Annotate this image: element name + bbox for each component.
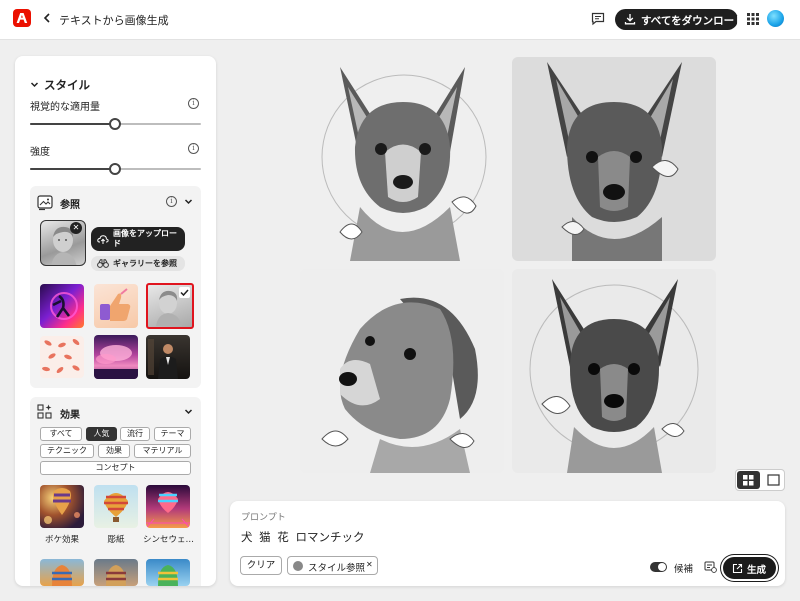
effect-thumbnail-synthwave[interactable] bbox=[146, 485, 190, 528]
effects-icon bbox=[37, 404, 52, 419]
generate-button[interactable]: 生成 bbox=[723, 557, 776, 579]
generated-image-4[interactable] bbox=[512, 269, 716, 473]
effect-chip-popular[interactable]: 人気 bbox=[86, 427, 117, 441]
checkmark-icon bbox=[179, 287, 190, 298]
download-all-button[interactable]: すべてをダウンロード bbox=[615, 9, 745, 30]
feedback-icon[interactable] bbox=[590, 11, 606, 27]
grid-icon bbox=[743, 475, 754, 486]
cloud-upload-icon bbox=[97, 235, 109, 244]
effect-caption-papercut: 彫紙 bbox=[107, 535, 125, 545]
effect-caption-synthwave: シンセウェ… bbox=[143, 535, 195, 545]
reference-title: 参照 bbox=[60, 200, 80, 211]
chevron-down-icon[interactable] bbox=[30, 80, 39, 89]
effect-thumbnail[interactable] bbox=[40, 559, 84, 586]
chevron-down-icon[interactable] bbox=[184, 407, 193, 416]
view-toggle bbox=[735, 469, 785, 491]
prompt-label: プロンプト bbox=[241, 513, 286, 523]
reference-thumbnail-selected[interactable] bbox=[146, 283, 194, 329]
remove-reference-icon[interactable]: ✕ bbox=[70, 222, 82, 234]
effect-thumbnail[interactable] bbox=[146, 559, 190, 586]
reference-thumbnail[interactable] bbox=[40, 336, 84, 378]
generated-image-3[interactable] bbox=[300, 269, 504, 473]
single-view-icon bbox=[767, 474, 780, 486]
adobe-logo[interactable] bbox=[13, 9, 31, 27]
info-icon[interactable]: i bbox=[166, 196, 177, 207]
info-icon[interactable]: i bbox=[188, 98, 199, 109]
generated-image-2[interactable] bbox=[512, 57, 716, 261]
effect-caption-bokeh: ボケ効果 bbox=[44, 535, 79, 545]
style-section-title: スタイル bbox=[44, 78, 90, 92]
reference-thumbnail[interactable] bbox=[94, 284, 138, 328]
browse-gallery-label: ギャラリーを参照 bbox=[113, 259, 177, 268]
user-avatar[interactable] bbox=[767, 10, 784, 27]
reference-thumbnail[interactable] bbox=[94, 335, 138, 379]
effect-chip-technique[interactable]: テクニック bbox=[40, 444, 94, 458]
top-bar: テキストから画像生成 すべてをダウンロード bbox=[0, 0, 800, 40]
effect-chip-concept[interactable]: コンセプト bbox=[40, 461, 191, 475]
reference-image-icon bbox=[37, 195, 53, 211]
candidates-toggle[interactable] bbox=[650, 562, 667, 572]
candidates-label: 候補 bbox=[674, 564, 694, 575]
effect-chip-theme[interactable]: テーマ bbox=[154, 427, 191, 441]
generated-image-1[interactable] bbox=[300, 57, 504, 261]
download-icon bbox=[624, 14, 636, 25]
effect-chip-effect[interactable]: 効果 bbox=[98, 444, 130, 458]
prompt-settings-icon[interactable] bbox=[704, 560, 717, 573]
prompt-panel: プロンプト 犬 猫 花 ロマンチック クリア スタイル参照 ✕ 候補 生成 bbox=[230, 501, 785, 586]
browse-gallery-button[interactable]: ギャラリーを参照 bbox=[91, 256, 185, 271]
effects-title: 効果 bbox=[60, 410, 80, 421]
effect-thumbnail-papercut[interactable] bbox=[94, 485, 138, 528]
clear-button[interactable]: クリア bbox=[240, 556, 282, 575]
strength-label: 強度 bbox=[30, 147, 50, 158]
upload-image-button[interactable]: 画像をアップロード bbox=[91, 227, 185, 251]
info-icon[interactable]: i bbox=[188, 143, 199, 154]
style-reference-tag[interactable]: スタイル参照 ✕ bbox=[287, 556, 378, 575]
page-title: テキストから画像生成 bbox=[59, 14, 169, 27]
chevron-down-icon[interactable] bbox=[184, 197, 193, 206]
effect-chip-material[interactable]: マテリアル bbox=[134, 444, 191, 458]
grid-view-button[interactable] bbox=[737, 471, 760, 489]
binoculars-icon bbox=[97, 259, 109, 268]
style-panel: スタイル 視覚的な適用量 i 強度 i 参照 i ✕ 画像をアップロード ギャラ… bbox=[15, 56, 216, 586]
apps-grid-icon[interactable] bbox=[747, 13, 759, 25]
effect-thumbnail-bokeh[interactable] bbox=[40, 485, 84, 528]
upload-image-label: 画像をアップロード bbox=[113, 229, 177, 248]
remove-tag-icon[interactable]: ✕ bbox=[366, 560, 373, 569]
visual-intensity-label: 視覚的な適用量 bbox=[30, 102, 100, 113]
style-reference-label: スタイル参照 bbox=[308, 563, 366, 574]
style-reference-thumbnail bbox=[293, 561, 303, 571]
effect-thumbnail[interactable] bbox=[94, 559, 138, 586]
download-all-label: すべてをダウンロード bbox=[641, 15, 745, 27]
generate-icon bbox=[732, 563, 743, 574]
generate-label: 生成 bbox=[747, 565, 767, 576]
back-chevron-icon[interactable] bbox=[42, 11, 54, 25]
reference-thumbnail[interactable] bbox=[146, 335, 190, 379]
reference-thumbnail[interactable] bbox=[40, 284, 84, 328]
effect-chip-all[interactable]: すべて bbox=[40, 427, 82, 441]
single-view-button[interactable] bbox=[763, 471, 784, 489]
prompt-input[interactable]: 犬 猫 花 ロマンチック bbox=[241, 529, 364, 545]
effect-chip-trending[interactable]: 流行 bbox=[120, 427, 150, 441]
visual-intensity-slider[interactable] bbox=[30, 118, 201, 130]
strength-slider[interactable] bbox=[30, 163, 201, 175]
